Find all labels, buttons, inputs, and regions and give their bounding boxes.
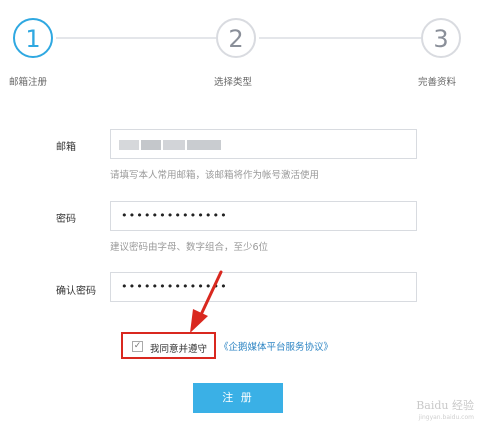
- baidu-watermark: Baidu 经验: [416, 399, 474, 412]
- agree-checkbox[interactable]: ✓: [132, 341, 143, 352]
- password-hint: 建议密码由字母、数字组合，至少6位: [110, 242, 269, 253]
- password-label: 密码: [56, 214, 76, 225]
- step-3-label: 完善资料: [418, 77, 457, 88]
- confirm-password-label: 确认密码: [56, 286, 96, 297]
- step-line-1: [56, 37, 216, 39]
- email-value-redacted: [119, 140, 139, 150]
- email-hint: 请填写本人常用邮箱，该邮箱将作为帐号激活使用: [110, 170, 320, 181]
- step-line-2: [259, 37, 421, 39]
- confirm-password-field[interactable]: ••••••••••••••: [110, 272, 417, 302]
- register-button[interactable]: 注 册: [193, 383, 283, 413]
- password-value: ••••••••••••••: [121, 209, 228, 222]
- email-value-redacted-3: [163, 140, 185, 150]
- email-field[interactable]: [110, 129, 417, 159]
- baidu-watermark-url: jingyan.baidu.com: [418, 414, 474, 421]
- agreement-highlight: ✓ 我同意并遵守: [121, 332, 216, 359]
- agree-text: 我同意并遵守: [150, 344, 208, 355]
- email-value-redacted-4: [187, 140, 221, 150]
- step-1-circle: 1: [13, 18, 53, 58]
- step-3-circle: 3: [421, 18, 461, 58]
- step-1-label: 邮箱注册: [9, 77, 48, 88]
- confirm-password-value: ••••••••••••••: [121, 280, 228, 293]
- step-2-label: 选择类型: [214, 77, 253, 88]
- service-agreement-link[interactable]: 《企鹅媒体平台服务协议》: [219, 339, 333, 353]
- step-2-circle: 2: [216, 18, 256, 58]
- arrow-head: [190, 309, 208, 333]
- email-value-redacted-2: [141, 140, 161, 150]
- password-field[interactable]: ••••••••••••••: [110, 201, 417, 231]
- email-label: 邮箱: [56, 142, 76, 153]
